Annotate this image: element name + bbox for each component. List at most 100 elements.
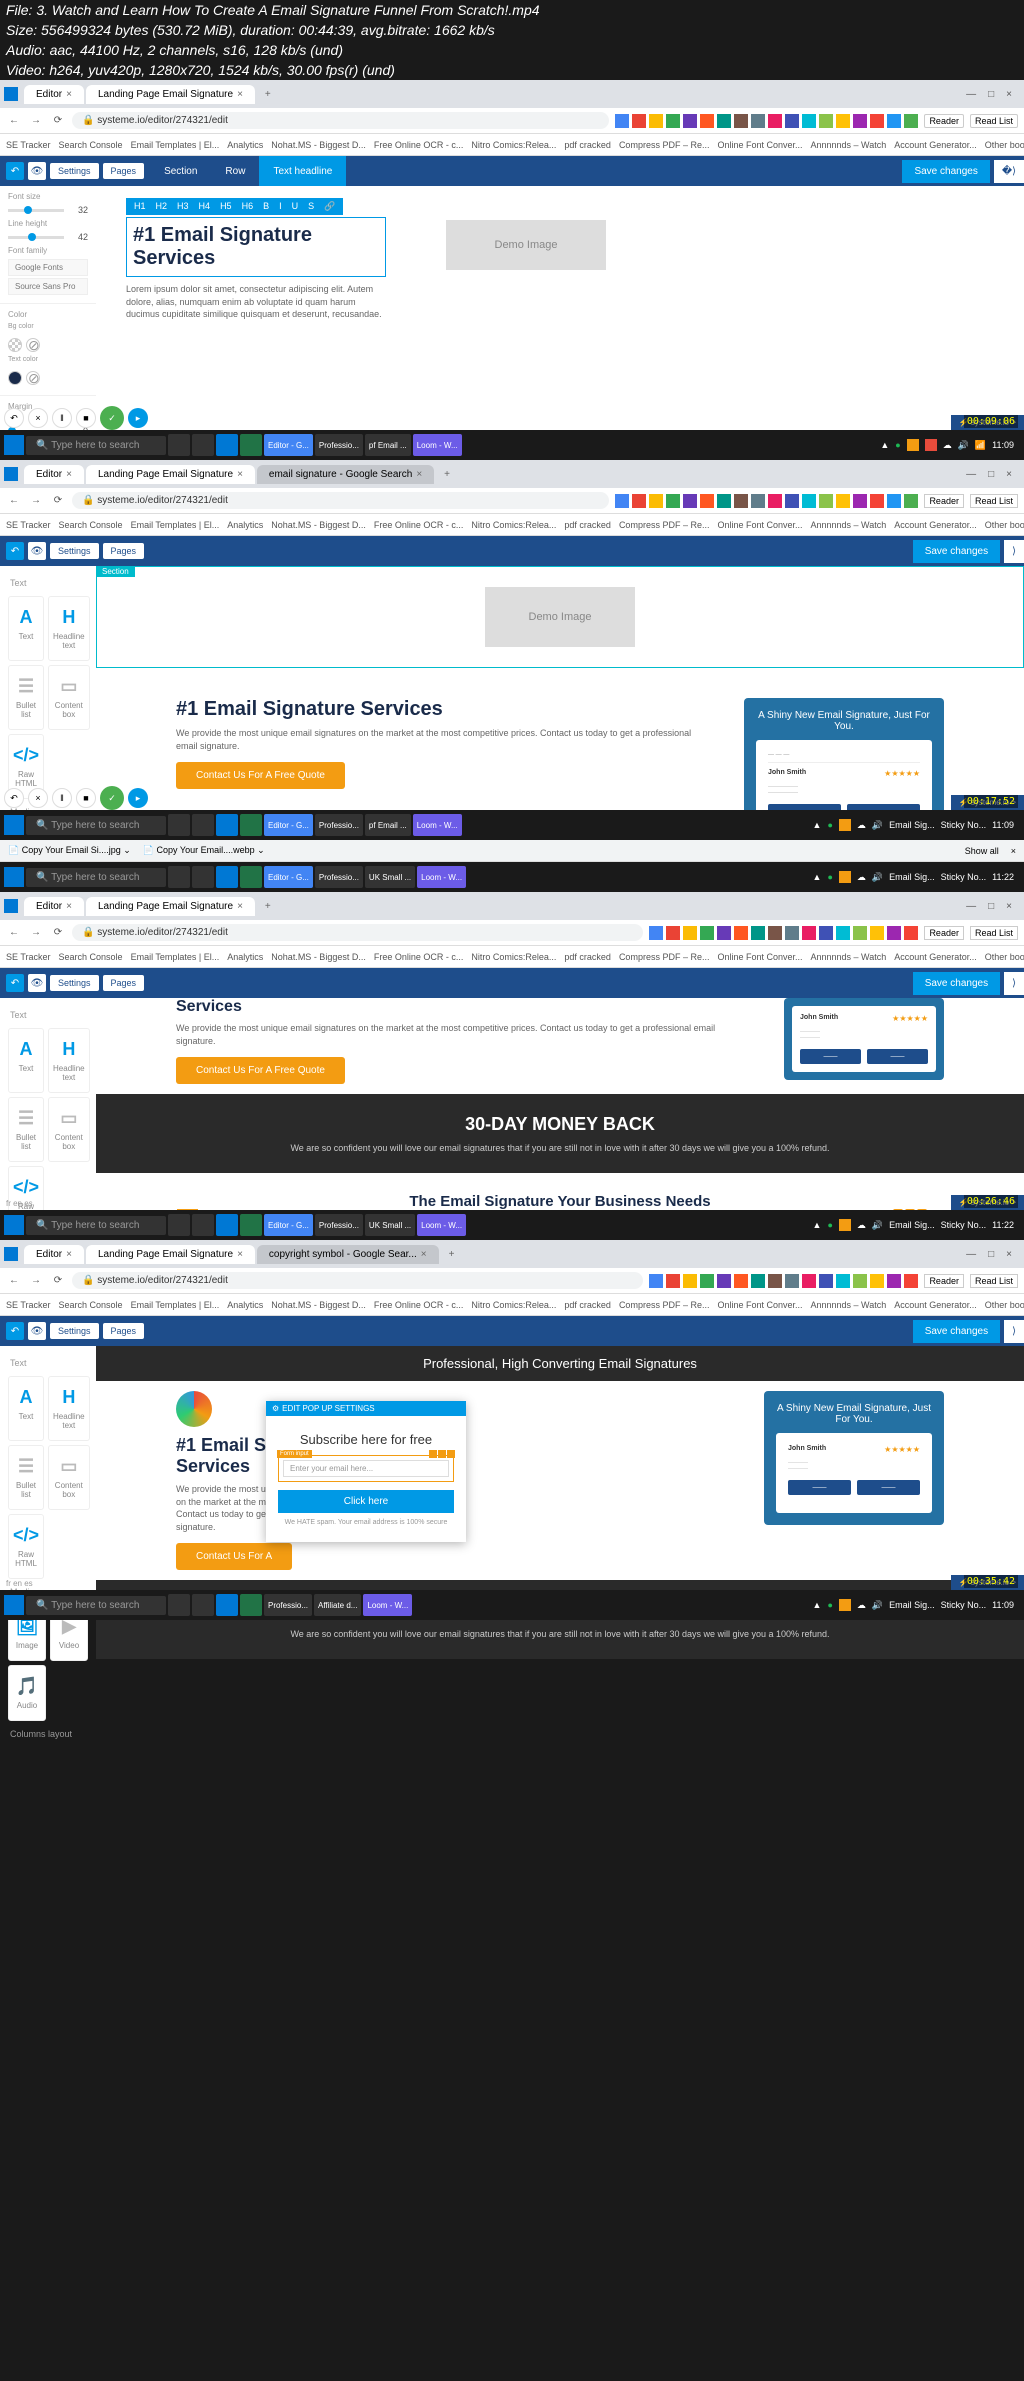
h4-button[interactable]: H4 [197,201,213,212]
download-item[interactable]: 📄 Copy Your Email....webp ⌄ [143,845,265,856]
bg-color-picker[interactable] [8,338,22,352]
headline-text[interactable]: #1 Email Signature Services [133,224,379,270]
undo-icon[interactable]: ↶ [6,542,24,560]
undo-button[interactable]: ↶ [4,788,24,808]
spotify-icon[interactable]: ● [895,440,900,450]
play-button[interactable]: ▸ [128,408,148,428]
popup-editor[interactable]: ⚙ EDIT POP UP SETTINGS Subscribe here fo… [266,1401,466,1542]
preview-icon[interactable]: 👁 [28,542,46,560]
tab-landing[interactable]: Landing Page Email Signature× [86,85,255,104]
start-button[interactable] [4,815,24,835]
readlist-button[interactable]: Read List [970,114,1018,128]
taskbar-app[interactable]: Professio... [315,434,363,456]
back-icon[interactable]: ← [6,495,22,506]
copy-icon[interactable] [438,1450,446,1458]
line-height-slider[interactable] [8,236,64,239]
popup-submit-button[interactable]: Click here [278,1490,454,1513]
elem-headline[interactable]: HHeadline text [48,1376,90,1441]
taskbar-search[interactable]: 🔍 Type here to search [26,816,166,835]
taskbar-app[interactable]: Loom - W... [413,434,462,456]
elem-bullet[interactable]: ☰Bullet list [8,1097,44,1162]
font-family-select[interactable]: Google Fonts [8,259,88,276]
selected-headline-element[interactable]: #1 Email Signature Services [126,217,386,277]
ext-icon[interactable] [768,114,782,128]
elem-text[interactable]: AText [8,596,44,661]
bold-button[interactable]: B [261,201,271,212]
taskbar-app-icon[interactable] [240,434,262,456]
body-text[interactable]: We provide the most unique email signatu… [176,727,714,752]
elem-audio[interactable]: 🎵Audio [8,1665,46,1721]
pages-button[interactable]: Pages [103,163,145,179]
ext-icon[interactable] [615,114,629,128]
download-item[interactable]: 📄 Copy Your Email Si....jpg ⌄ [8,845,131,856]
bookmark-item[interactable]: Account Generator... [894,140,977,150]
section-marker[interactable]: Section [96,566,135,577]
close-icon[interactable]: × [1006,89,1012,100]
font-size-slider[interactable] [8,209,64,212]
settings-button[interactable]: Settings [50,163,99,179]
ext-icon[interactable] [785,114,799,128]
maximize-icon[interactable]: □ [988,469,994,480]
no-color-icon[interactable]: ⊘ [26,371,40,385]
tab-editor[interactable]: Editor× [24,1245,84,1264]
preview-icon[interactable]: 👁 [28,162,46,180]
no-color-icon[interactable]: ⊘ [26,338,40,352]
h2-button[interactable]: H2 [154,201,170,212]
taskbar-app-icon[interactable] [192,434,214,456]
show-all-button[interactable]: Show all [965,846,999,856]
exit-button[interactable]: �⟩ [994,160,1024,183]
move-icon[interactable] [429,1450,437,1458]
promo-card[interactable]: A Shiny New Email Signature, Just For Yo… [764,1391,944,1525]
taskbar-search[interactable]: 🔍 Type here to search [26,436,166,455]
close-icon[interactable]: × [1006,469,1012,480]
text-color-picker[interactable] [8,371,22,385]
url-input[interactable]: 🔒 systeme.io/editor/274321/edit [72,492,609,509]
bookmark-item[interactable]: SE Tracker [6,140,51,150]
cta-button[interactable]: Contact Us For A [176,1543,292,1570]
promo-card[interactable]: John Smith★★★★★ ―――――――― ―――― [784,998,944,1080]
popup-input-selected[interactable]: Form input Enter your email here... [278,1455,454,1482]
bookmark-item[interactable]: Free Online OCR - c... [374,140,464,150]
editor-canvas[interactable]: H1 H2 H3 H4 H5 H6 B I U S 🔗 #1 Email Sig… [96,186,1024,466]
language-selector[interactable]: fr en es [6,1199,33,1208]
demo-image-placeholder[interactable]: Demo Image [446,220,606,270]
bookmark-item[interactable]: Nitro Comics:Relea... [471,140,556,150]
pages-button[interactable]: Pages [103,543,145,559]
bookmark-item[interactable]: Search Console [59,140,123,150]
header-band[interactable]: Professional, High Converting Email Sign… [96,1346,1024,1381]
bookmark-item[interactable]: Email Templates | El... [131,140,220,150]
link-icon[interactable]: 🔗 [322,201,337,212]
tab-search[interactable]: email signature - Google Search× [257,465,434,484]
close-icon[interactable]: × [237,89,243,100]
save-button[interactable]: Save changes [902,160,989,183]
url-input[interactable]: 🔒 systeme.io/editor/274321/edit [72,112,609,129]
pause-button[interactable]: ‖ [52,408,72,428]
ext-icon[interactable] [904,114,918,128]
close-icon[interactable]: × [1011,846,1016,856]
cta-button[interactable]: Contact Us For A Free Quote [176,1057,345,1084]
taskbar-app-icon[interactable] [168,434,190,456]
elem-text[interactable]: AText [8,1376,44,1441]
ext-icon[interactable] [853,114,867,128]
ext-icon[interactable] [649,114,663,128]
ext-icon[interactable] [683,114,697,128]
reload-icon[interactable]: ⟳ [50,495,66,506]
redo-button[interactable]: × [28,408,48,428]
minimize-icon[interactable]: — [966,89,976,100]
headline-text[interactable]: #1 Email Signature Services [176,698,714,721]
money-back-section[interactable]: 30-DAY MONEY BACK We are so confident yo… [96,1094,1024,1173]
tab-editor[interactable]: Editor× [24,897,84,916]
ext-icon[interactable] [632,114,646,128]
tray-icon[interactable]: ▲ [880,440,889,450]
font-name-select[interactable]: Source Sans Pro [8,278,88,295]
tab-landing[interactable]: Landing Page Email Signature× [86,897,255,916]
h6-button[interactable]: H6 [240,201,256,212]
maximize-icon[interactable]: □ [988,89,994,100]
bookmark-item[interactable]: Online Font Conver... [717,140,802,150]
tab-editor[interactable]: Editor× [24,465,84,484]
taskbar-app[interactable]: pf Email ... [365,434,411,456]
elem-bullet[interactable]: ☰Bullet list [8,1445,44,1510]
elem-headline[interactable]: HHeadline text [48,1028,90,1093]
new-tab-button[interactable]: + [436,469,458,480]
body-text[interactable]: We provide the most unique email signatu… [176,1022,754,1047]
